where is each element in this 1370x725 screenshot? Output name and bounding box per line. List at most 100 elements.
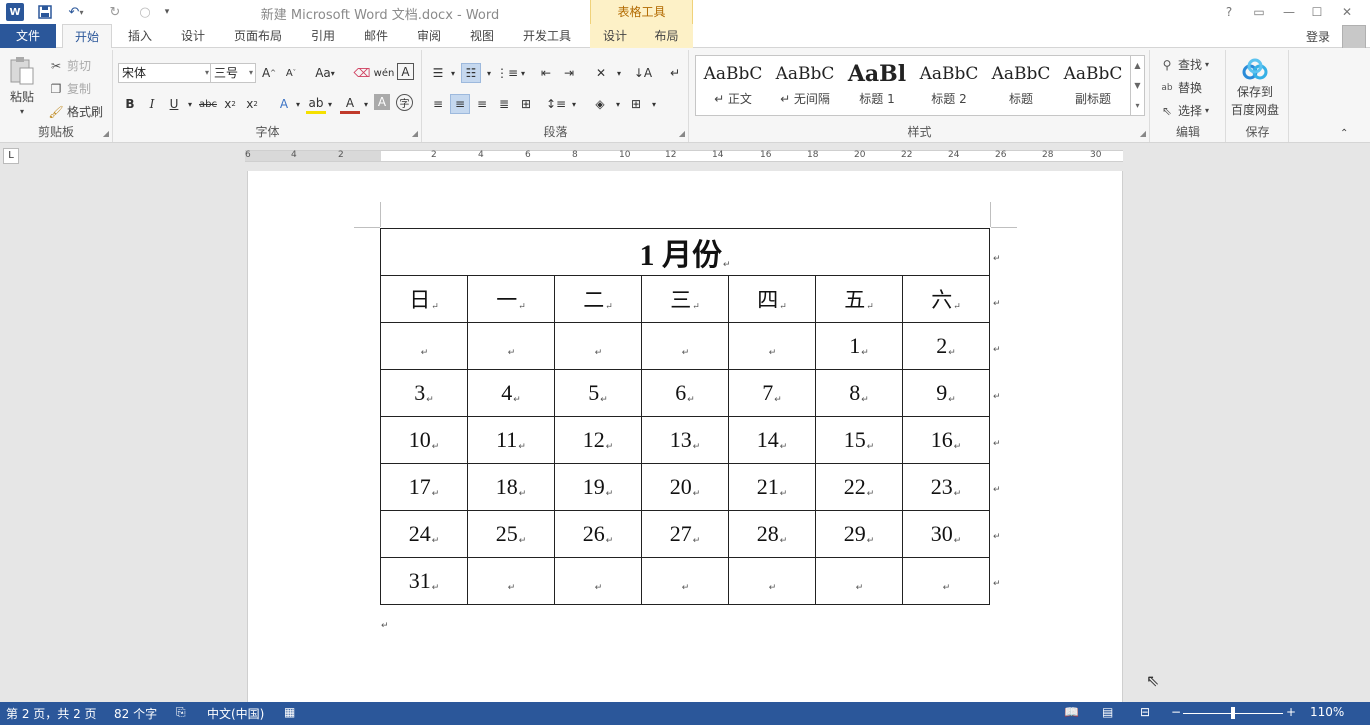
day-cell[interactable]: 3↵ (380, 369, 468, 417)
tab-file[interactable]: 文件 (0, 24, 56, 48)
chevron-down-icon[interactable]: ▾ (513, 63, 533, 83)
read-mode-icon[interactable]: 📖 (1064, 705, 1079, 719)
subscript-icon[interactable]: x2 (220, 94, 240, 114)
calendar-title-cell[interactable]: 1 月份↵ (380, 228, 990, 276)
day-cell[interactable]: 12↵ (554, 416, 642, 464)
line-spacing-icon[interactable]: ↕≡ (546, 94, 566, 114)
day-cell[interactable]: 22↵ (815, 463, 903, 511)
day-cell[interactable]: 23↵ (902, 463, 990, 511)
weekday-cell[interactable]: 六↵ (902, 275, 990, 323)
day-cell[interactable]: 29↵ (815, 510, 903, 558)
cut-button[interactable]: ✂ 剪切 (48, 57, 91, 74)
day-cell[interactable]: 17↵ (380, 463, 468, 511)
tab-table-design[interactable]: 设计 (590, 24, 640, 48)
show-marks-icon[interactable]: ↵ (665, 63, 685, 83)
weekday-cell[interactable]: 三↵ (641, 275, 729, 323)
format-painter-button[interactable]: 🖌 格式刷 (48, 103, 103, 120)
clipboard-launcher-icon[interactable]: ◢ (103, 129, 109, 138)
zoom-out-icon[interactable]: − (1171, 705, 1181, 719)
phonetic-guide-icon[interactable]: wén (374, 63, 395, 83)
day-cell[interactable]: ↵ (728, 557, 816, 605)
day-cell[interactable]: 14↵ (728, 416, 816, 464)
proofing-icon[interactable]: ⎘ (176, 705, 186, 720)
page[interactable]: 1 月份↵ 日↵ 一↵ 二↵ 三↵ 四↵ 五↵ 六↵ ↵ ↵ ↵ ↵ ↵ 1↵ 2↵ 3↵ 4↵ 5↵ 6↵ 7↵… (247, 171, 1123, 702)
day-cell[interactable]: 9↵ (902, 369, 990, 417)
chevron-down-icon[interactable]: ▾ (288, 94, 308, 114)
styles-launcher-icon[interactable]: ◢ (1140, 129, 1146, 138)
day-cell[interactable]: 24↵ (380, 510, 468, 558)
tab-design[interactable]: 设计 (173, 24, 213, 48)
copy-button[interactable]: ❐ 复制 (48, 80, 91, 97)
weekday-cell[interactable]: 五↵ (815, 275, 903, 323)
minimize-button[interactable]: — (1278, 3, 1300, 21)
day-cell[interactable]: 30↵ (902, 510, 990, 558)
chevron-down-icon[interactable]: ▾ (320, 94, 340, 114)
chevron-down-icon[interactable]: ▾ (609, 63, 629, 83)
gallery-up-icon[interactable]: ▲ (1130, 56, 1144, 76)
ribbon-options-button[interactable]: ▭ (1248, 3, 1270, 21)
day-cell[interactable]: 16↵ (902, 416, 990, 464)
font-size-combo[interactable]: 三号 ▾ (210, 63, 256, 83)
gallery-down-icon[interactable]: ▼ (1130, 76, 1144, 96)
weekday-cell[interactable]: 日↵ (380, 275, 468, 323)
calendar-table[interactable]: 1 月份↵ 日↵ 一↵ 二↵ 三↵ 四↵ 五↵ 六↵ ↵ ↵ ↵ ↵ ↵ 1↵ 2↵ 3↵ 4↵ 5↵ 6↵ 7↵… (380, 228, 990, 605)
day-cell[interactable]: 20↵ (641, 463, 729, 511)
select-button[interactable]: ⇖ 选择 ▾ (1159, 102, 1209, 119)
tab-mailings[interactable]: 邮件 (356, 24, 396, 48)
tab-view[interactable]: 视图 (462, 24, 502, 48)
find-button[interactable]: ⚲ 查找 ▾ (1159, 56, 1209, 73)
day-cell[interactable]: 27↵ (641, 510, 729, 558)
style-heading-1[interactable]: AaBl 标题 1 (842, 58, 912, 114)
chevron-down-icon[interactable]: ▾ (443, 63, 463, 83)
bold-icon[interactable]: B (120, 94, 140, 114)
page-count[interactable]: 第 2 页，共 2 页 (6, 705, 97, 722)
gallery-more-icon[interactable]: ▾ (1130, 96, 1144, 116)
strikethrough-icon[interactable]: abc (198, 94, 218, 114)
align-left-icon[interactable]: ≡ (428, 94, 448, 114)
tab-home[interactable]: 开始 (62, 24, 112, 49)
font-launcher-icon[interactable]: ◢ (412, 129, 418, 138)
document-area[interactable]: 1 月份↵ 日↵ 一↵ 二↵ 三↵ 四↵ 五↵ 六↵ ↵ ↵ ↵ ↵ ↵ 1↵ 2↵ 3↵ 4↵ 5↵ 6↵ 7↵… (0, 165, 1370, 702)
asian-layout-icon[interactable]: ✕ (591, 63, 611, 83)
day-cell[interactable]: 18↵ (467, 463, 555, 511)
superscript-icon[interactable]: x2 (242, 94, 262, 114)
decrease-indent-icon[interactable]: ⇤ (536, 63, 556, 83)
tab-review[interactable]: 审阅 (409, 24, 449, 48)
day-cell[interactable]: ↵ (815, 557, 903, 605)
day-cell[interactable]: ↵ (467, 322, 555, 370)
day-cell[interactable]: ↵ (380, 322, 468, 370)
italic-icon[interactable]: I (142, 94, 162, 114)
tab-selector[interactable]: L (3, 148, 19, 164)
zoom-slider-thumb[interactable] (1231, 707, 1235, 719)
day-cell[interactable]: ↵ (728, 322, 816, 370)
horizontal-ruler[interactable]: 6 4 2 2 4 6 8 10 12 14 16 18 20 22 24 26 28 30 (245, 150, 1123, 162)
font-name-combo[interactable]: 宋体 ▾ (118, 63, 212, 83)
day-cell[interactable]: 15↵ (815, 416, 903, 464)
clear-format-icon[interactable]: ⌫ (352, 63, 372, 83)
style-no-spacing[interactable]: AaBbC ↵ 无间隔 (770, 58, 840, 114)
chevron-down-icon[interactable]: ▾ (356, 94, 376, 114)
day-cell[interactable]: 1↵ (815, 322, 903, 370)
day-cell[interactable]: ↵ (554, 557, 642, 605)
day-cell[interactable]: 26↵ (554, 510, 642, 558)
day-cell[interactable]: 21↵ (728, 463, 816, 511)
shrink-font-icon[interactable]: Aˇ (281, 63, 301, 83)
help-button[interactable]: ? (1218, 3, 1240, 21)
character-shading-icon[interactable]: A (374, 94, 390, 110)
tab-references[interactable]: 引用 (303, 24, 343, 48)
chevron-down-icon[interactable]: ▾ (644, 94, 664, 114)
weekday-cell[interactable]: 一↵ (467, 275, 555, 323)
day-cell[interactable]: ↵ (641, 322, 729, 370)
day-cell[interactable]: 6↵ (641, 369, 729, 417)
paste-button[interactable]: 粘贴 ▾ (8, 56, 36, 116)
day-cell[interactable]: 4↵ (467, 369, 555, 417)
close-button[interactable]: ✕ (1336, 3, 1358, 21)
style-title[interactable]: AaBbC 标题 (986, 58, 1056, 114)
day-cell[interactable]: ↵ (641, 557, 729, 605)
replace-button[interactable]: ab 替换 (1159, 79, 1202, 96)
chevron-down-icon[interactable]: ▾ (564, 94, 584, 114)
justify-icon[interactable]: ≣ (494, 94, 514, 114)
day-cell[interactable]: ↵ (467, 557, 555, 605)
day-cell[interactable]: 5↵ (554, 369, 642, 417)
day-cell[interactable]: 2↵ (902, 322, 990, 370)
